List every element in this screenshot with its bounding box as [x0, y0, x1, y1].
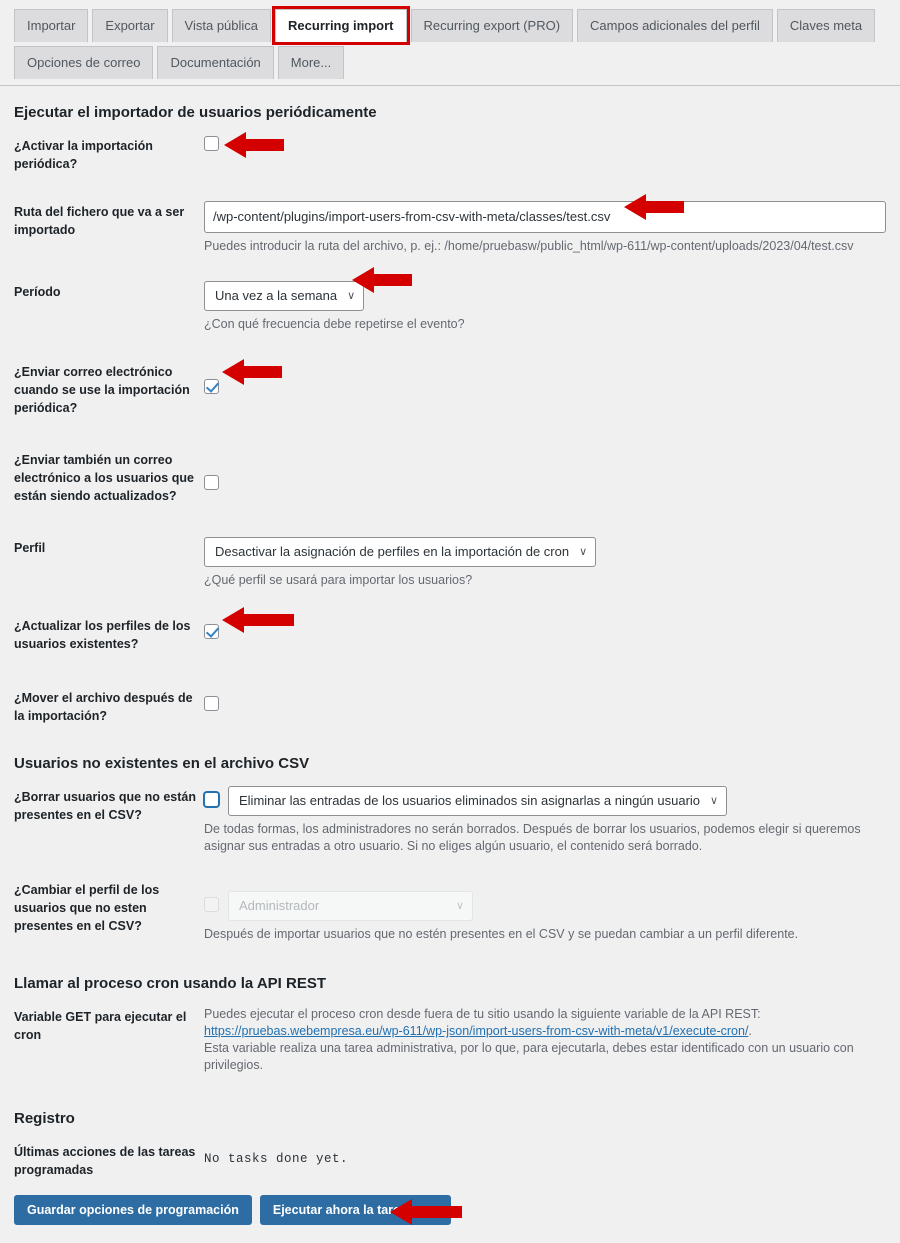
chevron-down-icon: ∨	[347, 290, 356, 302]
row-change-role-not-in-csv: ¿Cambiar el perfil de los usuarios que n…	[14, 879, 886, 943]
desc-period: ¿Con qué frecuencia debe repetirse el ev…	[204, 317, 465, 331]
checkbox-send-mail[interactable]	[204, 379, 219, 395]
row-log: Últimas acciones de las tareas programad…	[14, 1141, 886, 1179]
tab-recurring-import[interactable]: Recurring import	[272, 6, 410, 45]
tab-exportar[interactable]: Exportar	[92, 9, 168, 42]
tab-campos-adicionales-del-perfil[interactable]: Campos adicionales del perfil	[577, 9, 773, 42]
tab-importar[interactable]: Importar	[14, 9, 89, 42]
tab-bar: Importar Exportar Vista pública Recurring i…	[0, 0, 900, 86]
row-role: Perfil Desactivar la asignación de perfi…	[14, 537, 886, 589]
label-update-existing-roles: ¿Actualizar los perfiles de los usuarios…	[14, 619, 191, 651]
label-log: Últimas acciones de las tareas programad…	[14, 1145, 196, 1177]
tab-more[interactable]: More...	[277, 46, 345, 79]
page-root: Importar Exportar Vista pública Recurring i…	[0, 0, 900, 1243]
chevron-down-icon: ∨	[710, 795, 719, 807]
desc-get-variable-after: Esta variable realiza una tarea administ…	[204, 1041, 854, 1072]
label-move-file: ¿Mover el archivo después de la importac…	[14, 691, 193, 723]
row-send-mail-updated-users: ¿Enviar también un correo electrónico a …	[14, 449, 886, 505]
heading-log: Registro	[14, 1110, 75, 1127]
link-execute-cron-rest[interactable]: https://pruebas.webempresa.eu/wp-611/wp-…	[204, 1024, 748, 1038]
select-period-value: Una vez a la semana	[215, 288, 338, 303]
label-change-role-not-in-csv: ¿Cambiar el perfil de los usuarios que n…	[14, 883, 160, 933]
run-cron-now-button[interactable]: Ejecutar ahora la tarea cron	[259, 1195, 451, 1225]
select-change-role-target-value: Administrador	[239, 898, 320, 913]
row-send-mail: ¿Enviar correo electrónico cuando se use…	[14, 361, 886, 417]
row-delete-users: ¿Borrar usuarios que no están presentes …	[14, 786, 886, 855]
checkbox-send-mail-updated-users[interactable]	[204, 475, 219, 491]
tab-documentaci-n[interactable]: Documentación	[157, 46, 274, 79]
desc-file-path: Puedes introducir la ruta del archivo, p…	[204, 239, 854, 253]
label-activate-periodic-import: ¿Activar la importación periódica?	[14, 139, 153, 171]
page-title: Ejecutar el importador de usuarios perió…	[14, 104, 377, 121]
label-delete-users: ¿Borrar usuarios que no están presentes …	[14, 790, 196, 822]
select-period[interactable]: Una vez a la semana ∨	[204, 281, 365, 311]
row-update-existing-roles: ¿Actualizar los perfiles de los usuarios…	[14, 615, 886, 653]
tab-row-primary: Importar Exportar Vista pública Recurring i…	[14, 5, 886, 45]
desc-change-role-not-in-csv: Después de importar usuarios que no esté…	[204, 927, 799, 941]
tab-recurring-export-pro[interactable]: Recurring export (PRO)	[410, 9, 574, 42]
tab-vista-p-blica[interactable]: Vista pública	[171, 9, 272, 42]
checkbox-activate-periodic-import[interactable]	[204, 136, 219, 152]
checkbox-change-role-not-in-csv[interactable]	[204, 897, 219, 912]
checkbox-delete-users[interactable]	[204, 792, 219, 807]
label-send-mail: ¿Enviar correo electrónico cuando se use…	[14, 365, 190, 415]
select-role-value: Desactivar la asignación de perfiles en …	[215, 544, 570, 559]
label-get-variable: Variable GET para ejecutar el cron	[14, 1010, 187, 1042]
row-activate-periodic-import: ¿Activar la importación periódica?	[14, 135, 886, 173]
link-period: .	[748, 1024, 752, 1038]
heading-users-not-in-csv: Usuarios no existentes en el archivo CSV	[14, 755, 310, 772]
heading-rest-api: Llamar al proceso cron usando la API RES…	[14, 975, 327, 992]
log-output: No tasks done yet.	[204, 1152, 349, 1166]
label-period: Período	[14, 285, 61, 299]
settings-form: Ejecutar el importador de usuarios perió…	[0, 104, 900, 1225]
desc-role: ¿Qué perfil se usará para importar los u…	[204, 573, 473, 587]
select-delete-users-action-value: Eliminar las entradas de los usuarios el…	[239, 793, 701, 808]
form-actions: Guardar opciones de programación Ejecuta…	[14, 1195, 886, 1225]
chevron-down-icon: ∨	[455, 900, 464, 912]
desc-delete-users: De todas formas, los administradores no …	[204, 822, 861, 853]
checkbox-update-existing-roles[interactable]	[204, 624, 219, 640]
label-role: Perfil	[14, 541, 46, 555]
tab-row-secondary: Opciones de correo Documentación More...	[14, 42, 886, 85]
row-file-path: Ruta del fichero que va a ser importado …	[14, 201, 886, 255]
tab-claves-meta[interactable]: Claves meta	[776, 9, 876, 42]
select-delete-users-action[interactable]: Eliminar las entradas de los usuarios el…	[228, 786, 728, 816]
chevron-down-icon: ∨	[579, 546, 588, 558]
checkbox-move-file[interactable]	[204, 696, 219, 712]
tab-opciones-de-correo[interactable]: Opciones de correo	[14, 46, 154, 79]
select-role[interactable]: Desactivar la asignación de perfiles en …	[204, 537, 597, 567]
save-schedule-button[interactable]: Guardar opciones de programación	[14, 1195, 252, 1225]
desc-get-variable-before: Puedes ejecutar el proceso cron desde fu…	[204, 1007, 761, 1021]
row-get-variable: Variable GET para ejecutar el cron Puede…	[14, 1006, 886, 1074]
label-send-mail-updated-users: ¿Enviar también un correo electrónico a …	[14, 453, 194, 503]
row-move-file: ¿Mover el archivo después de la importac…	[14, 687, 886, 725]
input-file-path[interactable]	[204, 201, 886, 233]
select-change-role-target[interactable]: Administrador ∨	[228, 891, 473, 921]
row-period: Período Una vez a la semana ∨ ¿Con qué f…	[14, 281, 886, 333]
label-file-path: Ruta del fichero que va a ser importado	[14, 205, 185, 237]
